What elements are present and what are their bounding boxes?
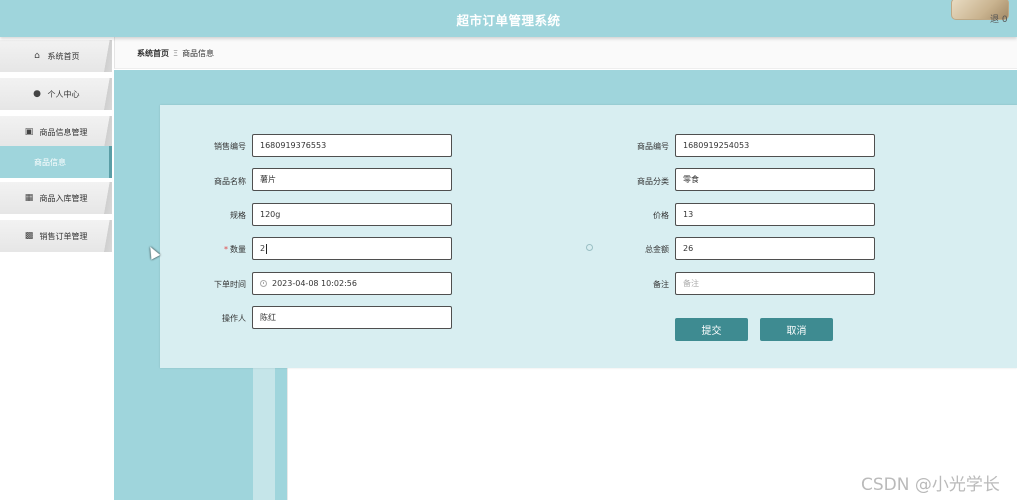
label-product-number: 商品编号 [637,142,669,151]
label-sales-number: 销售编号 [214,142,246,151]
breadcrumb-separator: Ξ [173,49,179,58]
label-price: 价格 [653,211,669,220]
label-operator: 操作人 [222,314,246,323]
clock-icon [260,280,267,287]
sales-number-field[interactable]: 1680919376553 [252,134,452,157]
sidebar-item-home[interactable]: ⌂ 系统首页 [0,40,112,72]
label-product-name: 商品名称 [214,177,246,186]
order-time-picker[interactable]: 2023-04-08 10:02:56 [252,272,452,295]
app-title: 超市订单管理系统 [456,13,561,28]
label-total: 总金额 [645,245,669,254]
sidebar-item-label: 个人中心 [47,89,80,99]
remark-field[interactable]: 备注 [675,272,875,295]
label-category: 商品分类 [637,177,669,186]
quantity-field[interactable]: 2 [252,237,452,260]
quantity-value: 2 [260,244,266,253]
sidebar-item-stock-in[interactable]: ▦ 商品入库管理 [0,182,112,214]
operator-field[interactable]: 陈红 [252,306,452,329]
total-amount-field[interactable]: 26 [675,237,875,260]
sidebar-item-label: 商品信息管理 [39,127,88,137]
breadcrumb-bar: 系统首页 Ξ 商品信息 [114,37,1017,69]
text-caret [266,243,268,254]
submit-button[interactable]: 提交 [675,318,748,341]
product-number-field[interactable]: 1680919254053 [675,134,875,157]
monitor-icon: ▣ [24,126,34,137]
cancel-button[interactable]: 取消 [760,318,833,341]
user-icon: ● [33,88,41,99]
grid-icon: ▦ [24,192,34,203]
content-strip [253,368,275,500]
label-remark: 备注 [653,280,669,289]
spec-field[interactable]: 120g [252,203,452,226]
loading-dot-icon [586,244,593,251]
user-menu[interactable]: 退 0 [990,12,1008,25]
ticket-icon: ▩ [24,230,34,241]
sidebar-item-label: 商品入库管理 [39,193,88,203]
label-order-time: 下单时间 [214,280,246,289]
sidebar-item-product-management[interactable]: ▣ 商品信息管理 [0,116,112,148]
order-time-value: 2023-04-08 10:02:56 [272,279,357,288]
sidebar-subitem-product-info[interactable]: 商品信息 [0,146,112,178]
sidebar: ⌂ 系统首页 ● 个人中心 ▣ 商品信息管理 商品信息 ▦ 商品入库管理 ▩ 销… [0,37,114,500]
breadcrumb-current: 商品信息 [182,49,215,58]
breadcrumb: 系统首页 Ξ 商品信息 [137,48,214,59]
sidebar-item-profile[interactable]: ● 个人中心 [0,78,112,110]
label-quantity-text: 数量 [230,245,246,254]
price-field[interactable]: 13 [675,203,875,226]
home-icon: ⌂ [34,50,40,61]
label-quantity: * 数量 [160,244,246,255]
required-mark: * [224,245,228,254]
label-spec: 规格 [230,211,246,220]
category-field[interactable]: 零食 [675,168,875,191]
breadcrumb-home[interactable]: 系统首页 [137,49,169,58]
watermark: CSDN @小光学长 [861,475,1000,495]
sidebar-item-label: 销售订单管理 [39,231,88,241]
sidebar-item-label: 系统首页 [47,51,80,61]
product-name-field[interactable]: 薯片 [252,168,452,191]
app-header: 超市订单管理系统 退 0 [0,0,1017,37]
sidebar-item-sales-orders[interactable]: ▩ 销售订单管理 [0,220,112,252]
